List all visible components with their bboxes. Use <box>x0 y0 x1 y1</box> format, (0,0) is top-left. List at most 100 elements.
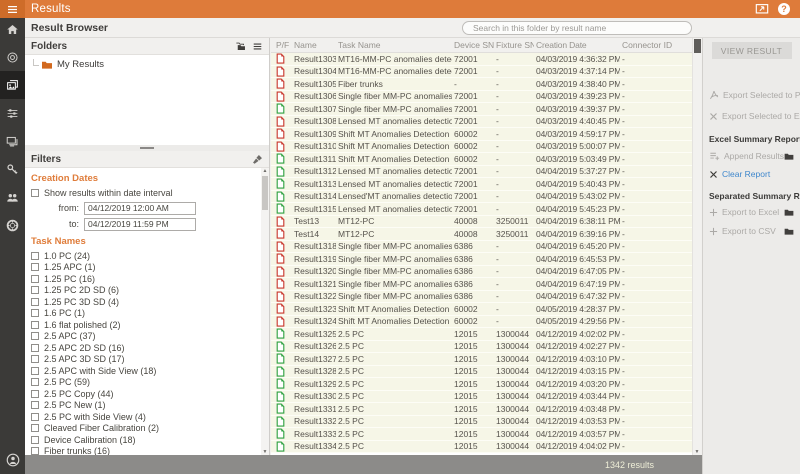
task-checkbox[interactable] <box>31 321 39 329</box>
column-header-creation-date[interactable]: Creation Date <box>534 40 620 50</box>
task-filter-item[interactable]: 2.5 PC New (1) <box>31 400 261 411</box>
to-date-input[interactable] <box>84 218 196 231</box>
table-scrollbar[interactable]: ▼ <box>692 38 701 455</box>
task-filter-item[interactable]: 2.5 APC 3D SD (17) <box>31 354 261 365</box>
search-input[interactable] <box>462 21 692 35</box>
table-row[interactable]: Result13272.5 PC12015130004404/12/2019 4… <box>271 353 692 366</box>
table-row[interactable]: Result1319Single fiber MM-PC anomalies d… <box>271 253 692 266</box>
task-checkbox[interactable] <box>31 401 39 409</box>
task-filter-item[interactable]: Fiber trunks (16) <box>31 446 261 455</box>
export-selected-excel-button[interactable]: Export Selected to Excel <box>709 110 794 122</box>
table-row[interactable]: Result13292.5 PC12015130004404/12/2019 4… <box>271 378 692 391</box>
sidebar-item-results[interactable] <box>0 71 25 99</box>
sidebar-item-tools[interactable] <box>0 155 25 183</box>
task-filter-item[interactable]: 2.5 APC 2D SD (16) <box>31 343 261 354</box>
task-filter-item[interactable]: 1.25 PC 3D SD (4) <box>31 297 261 308</box>
task-checkbox[interactable] <box>31 252 39 260</box>
task-checkbox[interactable] <box>31 298 39 306</box>
task-checkbox[interactable] <box>31 355 39 363</box>
table-row[interactable]: Result1305Fiber trunks--04/03/2019 4:38:… <box>271 78 692 91</box>
export-to-csv-button[interactable]: Export to CSV <box>709 225 794 237</box>
table-row[interactable]: Result13332.5 PC12015130004404/12/2019 4… <box>271 428 692 441</box>
task-checkbox[interactable] <box>31 263 39 271</box>
sidebar-item-home[interactable] <box>0 15 25 43</box>
table-row[interactable]: Result1320Single fiber MM-PC anomalies d… <box>271 266 692 279</box>
sidebar-item-account[interactable] <box>0 449 25 471</box>
column-header-name[interactable]: Name <box>292 40 336 50</box>
task-filter-item[interactable]: 2.5 APC (37) <box>31 331 261 342</box>
table-row[interactable]: Result1321Single fiber MM-PC anomalies d… <box>271 278 692 291</box>
table-row[interactable]: Result1306Single fiber MM-PC anomalies d… <box>271 91 692 104</box>
table-row[interactable]: Test14MT12-PC40008325001104/04/2019 6:39… <box>271 228 692 241</box>
table-row[interactable]: Result13342.5 PC12015130004404/12/2019 4… <box>271 441 692 454</box>
task-checkbox[interactable] <box>31 436 39 444</box>
scroll-up-icon[interactable]: ▲ <box>263 168 268 174</box>
task-filter-item[interactable]: 2.5 PC with Side View (4) <box>31 412 261 423</box>
task-filter-item[interactable]: 2.5 PC (59) <box>31 377 261 388</box>
task-filter-item[interactable]: 1.6 flat polished (2) <box>31 320 261 331</box>
table-row[interactable]: Result13312.5 PC12015130004404/12/2019 4… <box>271 403 692 416</box>
task-checkbox[interactable] <box>31 424 39 432</box>
task-checkbox[interactable] <box>31 309 39 317</box>
sidebar-item-target[interactable] <box>0 43 25 71</box>
date-interval-checkbox-row[interactable]: Show results within date interval <box>31 188 261 199</box>
task-filter-item[interactable]: 2.5 APC with Side View (18) <box>31 366 261 377</box>
table-row[interactable]: Test13MT12-PC40008325001104/04/2019 6:38… <box>271 216 692 229</box>
export-to-excel-button[interactable]: Export to Excel <box>709 206 794 218</box>
table-row[interactable]: Result1318Single fiber MM-PC anomalies d… <box>271 241 692 254</box>
from-date-input[interactable] <box>84 202 196 215</box>
table-row[interactable]: Result13252.5 PC12015130004404/12/2019 4… <box>271 328 692 341</box>
folder-list-icon[interactable] <box>252 41 263 52</box>
task-checkbox[interactable] <box>31 447 39 455</box>
sidebar-item-tuning[interactable] <box>0 99 25 127</box>
task-checkbox[interactable] <box>31 344 39 352</box>
clear-filters-icon[interactable] <box>252 154 263 165</box>
folder-browse-icon[interactable] <box>784 208 794 217</box>
sidebar-item-screens[interactable] <box>0 127 25 155</box>
column-header-fixture-sn[interactable]: Fixture SN <box>494 40 534 50</box>
folder-browse-icon[interactable] <box>784 152 794 161</box>
table-row[interactable]: Result1323Shift MT Anomalies Detection60… <box>271 303 692 316</box>
task-filter-item[interactable]: 2.5 PC Copy (44) <box>31 389 261 400</box>
clear-report-button[interactable]: Clear Report <box>709 168 794 180</box>
task-filter-item[interactable]: Device Calibration (18) <box>31 435 261 446</box>
task-checkbox[interactable] <box>31 378 39 386</box>
folder-browse-icon[interactable] <box>784 227 794 236</box>
folder-tree-item[interactable]: My Results <box>31 58 269 71</box>
table-row[interactable]: Result13302.5 PC12015130004404/12/2019 4… <box>271 391 692 404</box>
task-filter-item[interactable]: 1.25 PC (16) <box>31 274 261 285</box>
task-checkbox[interactable] <box>31 367 39 375</box>
help-icon[interactable]: ? <box>778 3 790 15</box>
task-filter-item[interactable]: 1.25 PC 2D SD (6) <box>31 285 261 296</box>
task-filter-item[interactable]: Cleaved Fiber Calibration (2) <box>31 423 261 434</box>
task-checkbox[interactable] <box>31 413 39 421</box>
table-row[interactable]: Result1303MT16-MM-PC anomalies detection… <box>271 53 692 66</box>
view-result-button[interactable]: VIEW RESULT <box>712 42 792 59</box>
table-row[interactable]: Result13322.5 PC12015130004404/12/2019 4… <box>271 416 692 429</box>
append-results-button[interactable]: Append Results <box>709 150 794 162</box>
table-row[interactable]: Result13282.5 PC12015130004404/12/2019 4… <box>271 366 692 379</box>
table-row[interactable]: Result1309Shift MT Anomalies Detection60… <box>271 128 692 141</box>
table-row[interactable]: Result1308Lensed MT anomalies detection7… <box>271 116 692 129</box>
date-interval-checkbox[interactable] <box>31 189 39 197</box>
filters-scrollbar[interactable]: ▲ ▼ <box>261 168 269 455</box>
table-row[interactable]: Result1313Lensed MT anomalies detection … <box>271 178 692 191</box>
column-header-device-sn[interactable]: Device SN <box>452 40 494 50</box>
task-filter-item[interactable]: 1.25 APC (1) <box>31 262 261 273</box>
table-row[interactable]: Result1312Lensed MT anomalies detection … <box>271 166 692 179</box>
sidebar-item-users[interactable] <box>0 183 25 211</box>
task-checkbox[interactable] <box>31 286 39 294</box>
task-filter-item[interactable]: 1.0 PC (24) <box>31 251 261 262</box>
sidebar-item-help[interactable] <box>0 211 25 239</box>
table-row[interactable]: Result1311Shift MT Anomalies Detection60… <box>271 153 692 166</box>
table-row[interactable]: Result1307Single fiber MM-PC anomalies d… <box>271 103 692 116</box>
task-filter-item[interactable]: 1.6 PC (1) <box>31 308 261 319</box>
table-row[interactable]: Result1314Lensed'MT anomalies detection7… <box>271 191 692 204</box>
scrollbar-thumb[interactable] <box>694 39 701 53</box>
task-checkbox[interactable] <box>31 332 39 340</box>
column-header-task[interactable]: Task Name <box>336 40 452 50</box>
table-row[interactable]: Result1315Lensed MT anomalies detection'… <box>271 203 692 216</box>
column-header-connector-id[interactable]: Connector ID <box>620 40 692 50</box>
table-row[interactable]: Result1324Shift MT Anomalies Detection60… <box>271 316 692 329</box>
task-checkbox[interactable] <box>31 390 39 398</box>
